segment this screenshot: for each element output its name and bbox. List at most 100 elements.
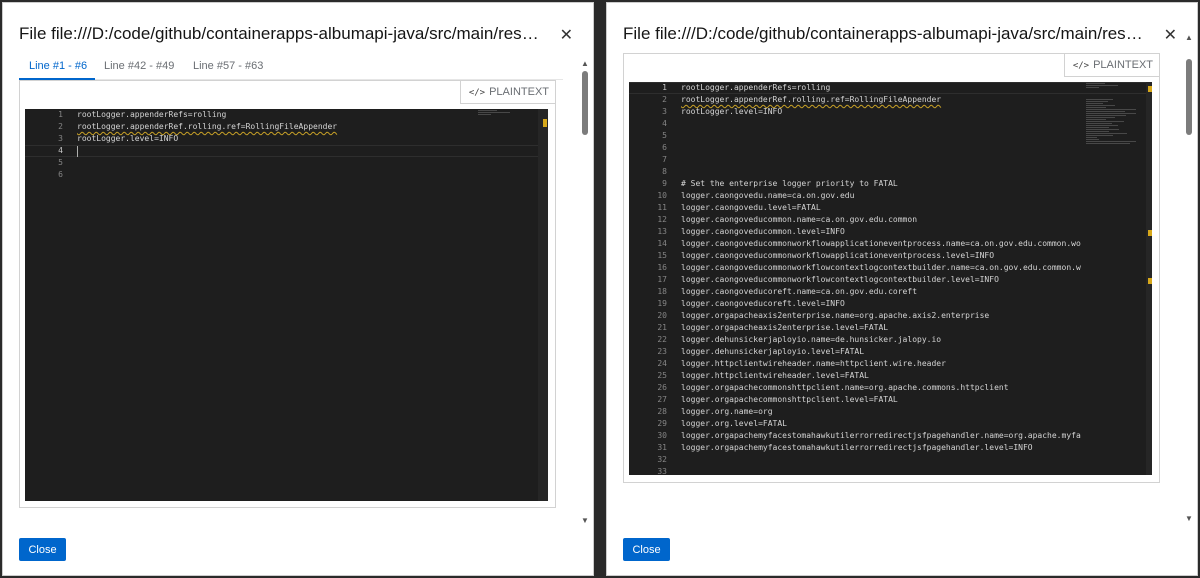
minimap-line (1086, 135, 1113, 136)
code-line-text: logger.httpclientwireheader.level=FATAL (681, 371, 869, 380)
code-line: logger.httpclientwireheader.name=httpcli… (681, 358, 1082, 370)
code-line: logger.orgapachecommonshttpclient.level=… (681, 394, 1082, 406)
dialog-scrollbar[interactable]: ▲ ▼ (1185, 33, 1193, 523)
close-icon[interactable]: ✕ (1164, 25, 1177, 45)
code-panel: </> PLAINTEXT 1 2 3 4 5 6 7 8 9 10 11 12 13 14 15 16 17 18… (623, 53, 1160, 483)
line-number: 1 (662, 83, 667, 92)
code-line-text: rootLogger.level=INFO (681, 107, 783, 116)
code-line: logger.caongoveducoreft.level=INFO (681, 298, 1082, 310)
scroll-thumb[interactable] (1186, 59, 1192, 135)
code-line-text: logger.orgapacheaxis2enterprise.level=FA… (681, 323, 889, 332)
code-line: logger.caongoveducommonworkflowcontextlo… (681, 262, 1082, 274)
line-number: 19 (657, 299, 667, 308)
language-badge: </> PLAINTEXT (1063, 54, 1159, 77)
editor-scrollbar[interactable] (1146, 82, 1152, 475)
code-line: rootLogger.level=INFO (77, 133, 478, 145)
code-line: # Set the enterprise logger priority to … (681, 178, 1082, 190)
code-line: logger.orgapacheaxis2enterprise.name=org… (681, 310, 1082, 322)
minimap-line (1086, 121, 1124, 122)
line-number: 33 (657, 467, 667, 475)
dialog-scrollbar[interactable]: ▲ ▼ (581, 59, 589, 525)
code-line: logger.httpclientwireheader.level=FATAL (681, 370, 1082, 382)
line-number: 29 (657, 419, 667, 428)
line-range-tabs: Line #1 - #6 Line #42 - #49 Line #57 - #… (19, 55, 563, 80)
scroll-down-icon[interactable]: ▼ (581, 516, 589, 525)
code-line-text: logger.caongoveducommonworkflowapplicati… (681, 251, 995, 260)
line-numbers: 1 2 3 4 5 6 7 8 9 10 11 12 13 14 15 16 17 18 19 20 21 22 23 24 2… (629, 82, 667, 475)
line-number: 9 (662, 179, 667, 188)
line-number: 21 (657, 323, 667, 332)
code-line-text: logger.orgapachemyfacestomahawkutilerror… (681, 431, 1081, 440)
line-number: 26 (657, 383, 667, 392)
code-icon: </> (468, 88, 486, 98)
minimap[interactable] (1086, 82, 1142, 149)
scroll-up-icon[interactable]: ▲ (581, 59, 589, 68)
minimap-line (1086, 117, 1115, 118)
line-number: 3 (58, 134, 63, 143)
minimap-line (1086, 131, 1109, 132)
dialog-title: File file:///D:/code/github/containerapp… (19, 24, 543, 43)
code-line-text: # Set the enterprise logger priority to … (681, 179, 898, 188)
code-lines: rootLogger.appenderRefs=rolling rootLogge… (77, 109, 478, 181)
code-line: logger.caongoveducommon.level=INFO (681, 226, 1082, 238)
line-number: 5 (662, 131, 667, 140)
minimap-line (478, 114, 491, 115)
code-line-text: rootLogger.appenderRef.rolling.ref=Rolli… (681, 95, 942, 104)
minimap-line (1086, 123, 1112, 124)
tab-line-1-6[interactable]: Line #1 - #6 (29, 60, 87, 72)
left-file-dialog: File file:///D:/code/github/containerapp… (2, 2, 594, 576)
code-line: logger.caongoveducommonworkflowcontextlo… (681, 274, 1082, 286)
line-number: 27 (657, 395, 667, 404)
code-line-text: rootLogger.level=INFO (77, 134, 179, 143)
minimap-line (1086, 103, 1103, 104)
code-line-text: logger.org.name=org (681, 407, 773, 416)
minimap-line (1086, 85, 1118, 86)
close-button[interactable]: Close (19, 538, 66, 561)
language-label: PLAINTEXT (1093, 59, 1153, 71)
code-line-text: logger.orgapachecommonshttpclient.name=o… (681, 383, 1009, 392)
code-line-text: logger.caongovedu.name=ca.on.gov.edu (681, 191, 855, 200)
code-editor[interactable]: 123456 rootLogger.appenderRefs=rolling ro… (25, 109, 548, 501)
minimap[interactable] (478, 109, 534, 122)
code-line-text: logger.caongoveducommon.level=INFO (681, 227, 845, 236)
code-line: logger.caongoveducommonworkflowapplicati… (681, 238, 1082, 250)
code-line-text: logger.orgapachemyfacestomahawkutilerror… (681, 443, 1033, 452)
editor-scrollbar[interactable] (538, 109, 548, 501)
close-button[interactable]: Close (623, 538, 670, 561)
minimap-line (1086, 99, 1113, 100)
code-line-text: logger.httpclientwireheader.name=httpcli… (681, 359, 946, 368)
tab-line-42-49[interactable]: Line #42 - #49 (104, 60, 174, 72)
scroll-up-icon[interactable]: ▲ (1185, 33, 1193, 42)
scroll-down-icon[interactable]: ▼ (1185, 514, 1193, 523)
minimap-line (1086, 133, 1127, 134)
close-icon[interactable]: ✕ (560, 25, 573, 45)
scroll-thumb[interactable] (582, 71, 588, 135)
line-number: 25 (657, 371, 667, 380)
line-number: 4 (662, 119, 667, 128)
minimap-line (1086, 101, 1108, 102)
minimap-line (1086, 105, 1115, 106)
line-number: 1 (58, 110, 63, 119)
code-line: rootLogger.appenderRef.rolling.ref=Rolli… (77, 121, 478, 133)
minimap-line (1086, 113, 1136, 114)
minimap-line (1086, 127, 1109, 128)
line-number: 28 (657, 407, 667, 416)
code-line: logger.org.level=FATAL (681, 418, 1082, 430)
line-number: 16 (657, 263, 667, 272)
line-number: 4 (58, 146, 63, 155)
code-line: rootLogger.appenderRefs=rolling (77, 109, 478, 121)
code-lines: rootLogger.appenderRefs=rolling rootLogge… (681, 82, 1082, 475)
minimap-line (1086, 83, 1105, 84)
scroll-marker (543, 119, 547, 127)
code-line: logger.orgapachemyfacestomahawkutilerror… (681, 430, 1082, 442)
code-line-text: logger.dehunsickerjaployio.level=FATAL (681, 347, 865, 356)
code-editor[interactable]: 1 2 3 4 5 6 7 8 9 10 11 12 13 14 15 16 17 18 19 20 21 22 23 24 2… (629, 82, 1152, 475)
minimap-line (1086, 139, 1099, 140)
tab-line-57-63[interactable]: Line #57 - #63 (193, 60, 263, 72)
